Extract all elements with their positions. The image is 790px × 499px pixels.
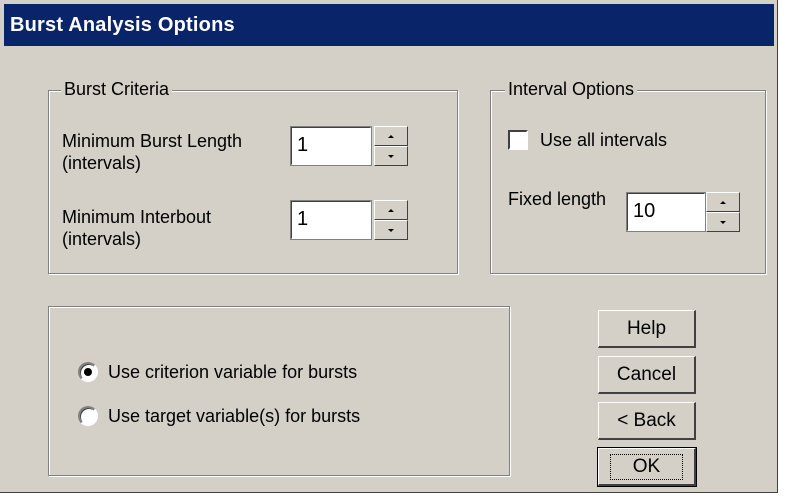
dialog-window: Burst Analysis Options Burst Criteria Mi… bbox=[0, 0, 778, 493]
min-interbout-input[interactable]: 1 bbox=[290, 200, 372, 240]
arrow-up-icon bbox=[720, 200, 726, 204]
ok-button[interactable]: OK bbox=[597, 447, 697, 487]
ok-button-label: OK bbox=[609, 453, 684, 480]
use-all-intervals-label[interactable]: Use all intervals bbox=[540, 129, 667, 151]
criterion-variable-radio[interactable] bbox=[78, 362, 98, 382]
criterion-variable-label[interactable]: Use criterion variable for bursts bbox=[108, 361, 357, 383]
spin-up-button[interactable] bbox=[374, 126, 408, 146]
target-variable-radio[interactable] bbox=[78, 406, 98, 426]
fixed-length-spinner[interactable] bbox=[706, 192, 740, 232]
interval-options-legend: Interval Options bbox=[505, 79, 638, 100]
spin-down-button[interactable] bbox=[374, 146, 408, 166]
radio-selected-dot bbox=[84, 368, 92, 376]
cancel-button[interactable]: Cancel bbox=[598, 356, 696, 394]
spin-up-button[interactable] bbox=[706, 192, 740, 212]
min-burst-length-input[interactable]: 1 bbox=[290, 126, 372, 166]
title-bar: Burst Analysis Options bbox=[4, 4, 774, 46]
burst-criteria-legend: Burst Criteria bbox=[61, 79, 173, 100]
min-burst-length-spinner[interactable] bbox=[374, 126, 408, 166]
arrow-up-icon bbox=[388, 134, 394, 138]
fixed-length-input[interactable]: 10 bbox=[626, 192, 706, 232]
arrow-down-icon bbox=[388, 228, 394, 232]
min-interbout-spinner[interactable] bbox=[374, 200, 408, 240]
interval-options-group: Interval Options bbox=[490, 79, 766, 274]
spin-up-button[interactable] bbox=[374, 200, 408, 220]
target-variable-label[interactable]: Use target variable(s) for bursts bbox=[108, 405, 360, 427]
window-title: Burst Analysis Options bbox=[10, 14, 235, 36]
arrow-down-icon bbox=[720, 220, 726, 224]
use-all-intervals-checkbox[interactable] bbox=[508, 130, 528, 150]
min-interbout-label: Minimum Interbout (intervals) bbox=[62, 207, 212, 249]
burst-variable-group bbox=[48, 306, 510, 476]
back-button[interactable]: < Back bbox=[598, 402, 696, 440]
spin-down-button[interactable] bbox=[706, 212, 740, 232]
fixed-length-label: Fixed length bbox=[508, 189, 607, 209]
help-button[interactable]: Help bbox=[598, 310, 696, 348]
arrow-down-icon bbox=[388, 154, 394, 158]
spin-down-button[interactable] bbox=[374, 220, 408, 240]
arrow-up-icon bbox=[388, 208, 394, 212]
min-burst-length-label: Minimum Burst Length (intervals) bbox=[62, 131, 243, 173]
